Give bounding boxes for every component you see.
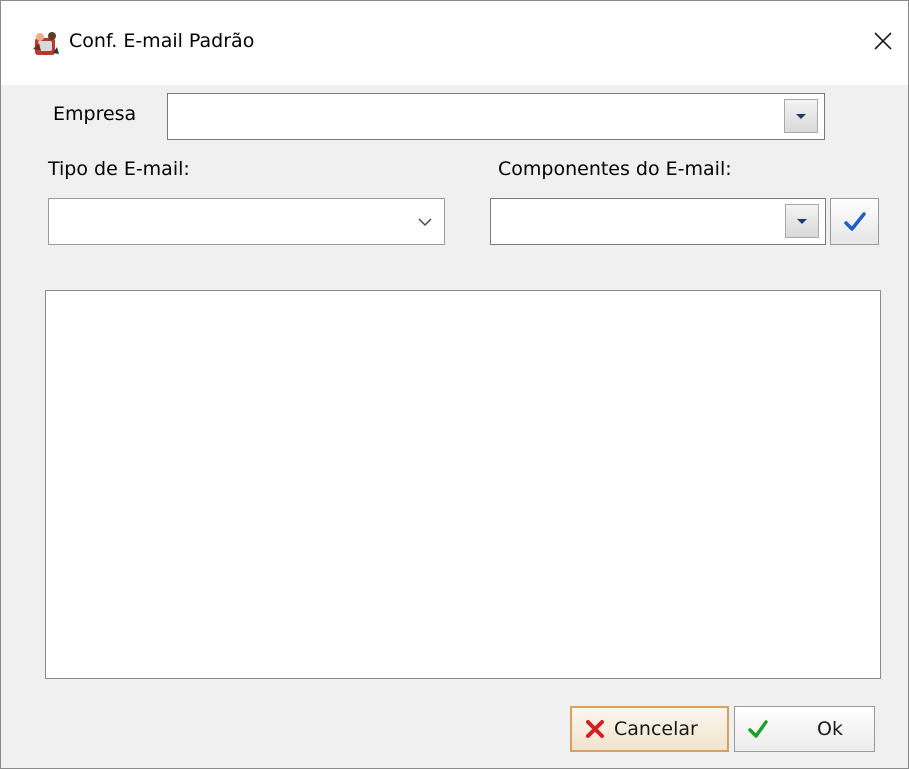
checkmark-icon	[748, 720, 768, 738]
componentes-email-label: Componentes do E-mail:	[498, 158, 732, 180]
dialog-window: Conf. E-mail Padrão Empresa Tipo de E-ma…	[0, 0, 909, 769]
empresa-dropdown-button[interactable]	[784, 99, 818, 133]
checkmark-icon	[843, 211, 866, 231]
componentes-dropdown-button[interactable]	[785, 204, 819, 238]
chevron-down-icon	[418, 218, 432, 227]
tipo-email-label: Tipo de E-mail:	[48, 158, 190, 180]
x-icon	[586, 720, 604, 738]
empresa-combobox[interactable]	[167, 93, 825, 140]
confirm-component-button[interactable]	[830, 198, 879, 245]
app-icon	[33, 32, 59, 55]
empresa-label: Empresa	[53, 103, 137, 125]
chevron-down-icon	[797, 218, 807, 224]
ok-button-label: Ok	[817, 718, 843, 740]
cancel-button-label: Cancelar	[614, 718, 698, 740]
componentes-email-combobox[interactable]	[490, 198, 826, 245]
chevron-down-icon	[796, 113, 806, 119]
window-title: Conf. E-mail Padrão	[69, 30, 255, 52]
cancel-button[interactable]: Cancelar	[570, 706, 729, 752]
ok-button[interactable]: Ok	[734, 706, 875, 752]
title-bar: Conf. E-mail Padrão	[1, 1, 908, 85]
tipo-email-select[interactable]	[48, 198, 445, 245]
email-body-textarea[interactable]	[45, 290, 881, 679]
close-button[interactable]	[863, 21, 903, 61]
close-icon	[874, 32, 892, 50]
